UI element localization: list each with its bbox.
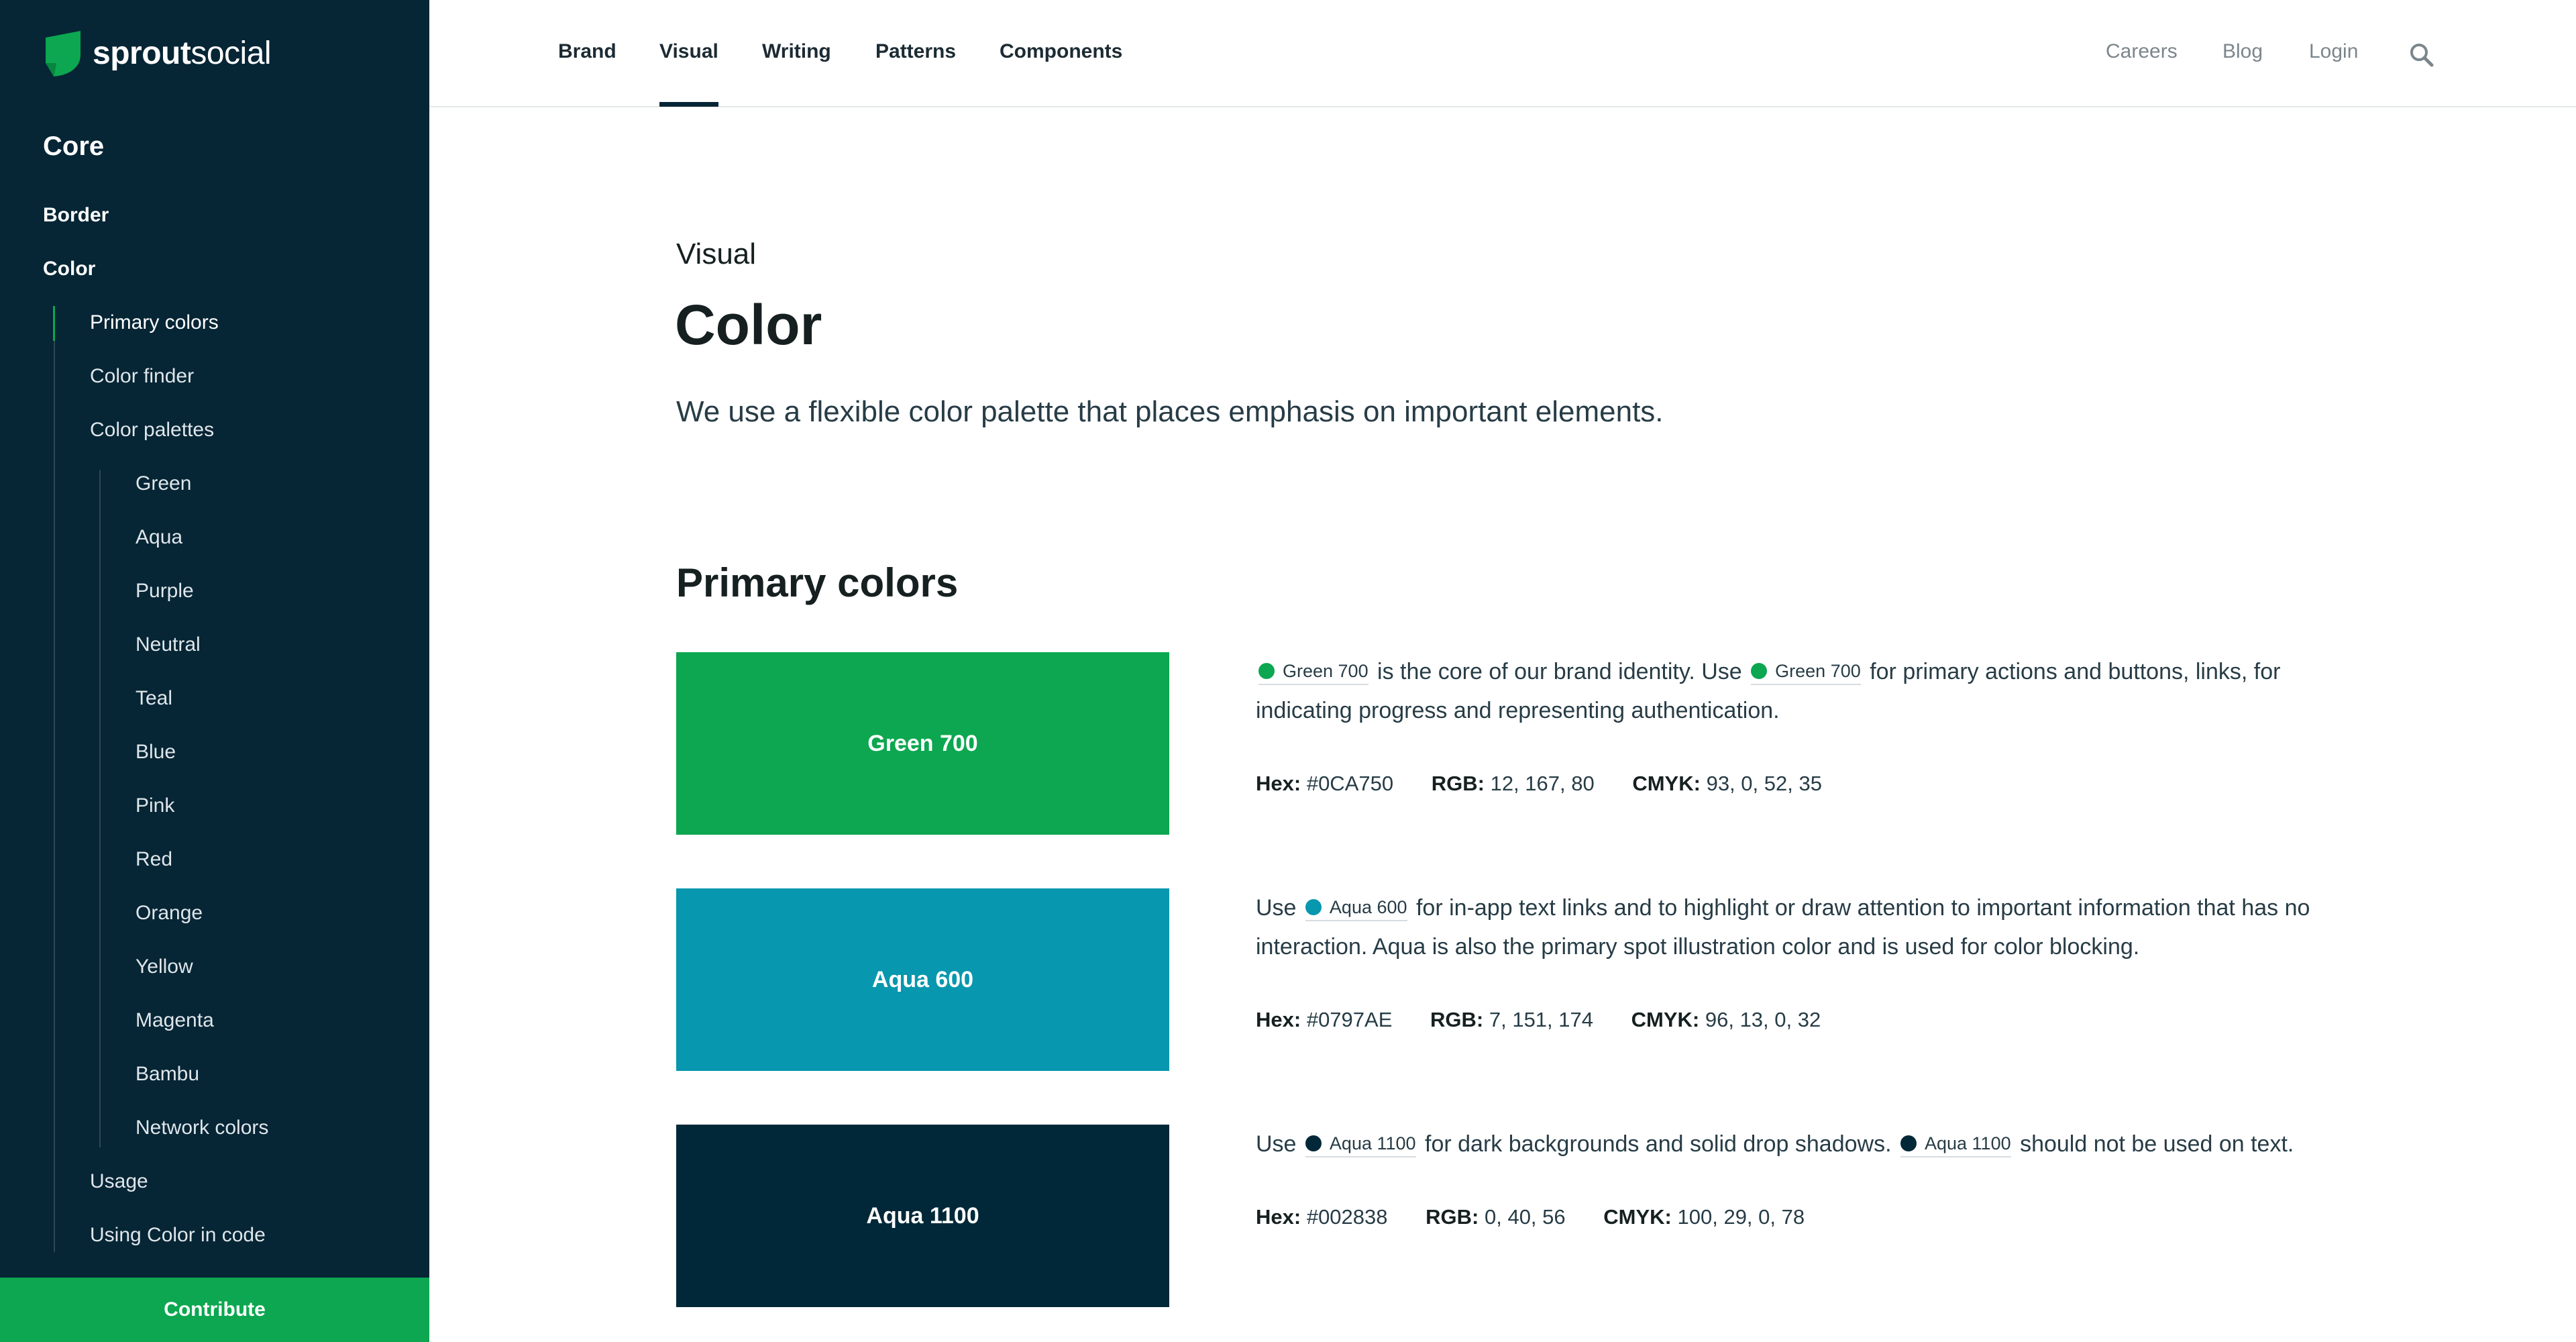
color-description-green-700: Green 700 is the core of our brand ident… — [1256, 652, 2343, 730]
sidebar-subrail — [99, 470, 101, 1147]
rgb-value[interactable]: 12, 167, 80 — [1491, 772, 1595, 795]
sidebar-item-teal[interactable]: Teal — [136, 687, 172, 710]
nav-login[interactable]: Login — [2309, 40, 2358, 63]
cmyk-value[interactable]: 93, 0, 52, 35 — [1707, 772, 1822, 795]
green-dot-icon — [1258, 663, 1275, 679]
hex-value[interactable]: #002838 — [1307, 1205, 1388, 1229]
sidebar-item-primary-colors[interactable]: Primary colors — [90, 311, 219, 334]
swatch-label: Aqua 1100 — [866, 1202, 979, 1229]
top-navigation: Brand Visual Writing Patterns Components… — [429, 0, 2576, 107]
sidebar-item-aqua[interactable]: Aqua — [136, 526, 182, 549]
sidebar-item-network-colors[interactable]: Network colors — [136, 1117, 268, 1139]
color-values-aqua-1100: Hex: #002838 RGB: 0, 40, 56 CMYK: 100, 2… — [1256, 1205, 1805, 1229]
color-chip-aqua-1100[interactable]: Aqua 1100 — [1900, 1132, 2011, 1157]
sidebar-section-core: Core — [43, 132, 105, 161]
color-chip-green-700[interactable]: Green 700 — [1751, 660, 1861, 685]
section-title-primary-colors: Primary colors — [676, 560, 959, 605]
sidebar-item-green[interactable]: Green — [136, 472, 191, 495]
description-text: for in-app text links and to highlight o… — [1256, 895, 2310, 960]
sidebar-item-using-color-in-code[interactable]: Using Color in code — [90, 1224, 266, 1247]
sproutsocial-logo[interactable]: sproutsocial — [42, 28, 272, 78]
hex-value[interactable]: #0CA750 — [1307, 772, 1393, 795]
sidebar: sproutsocial Core Border Color Primary c… — [0, 0, 429, 1342]
contribute-button[interactable]: Contribute — [0, 1278, 429, 1342]
cmyk-value[interactable]: 100, 29, 0, 78 — [1678, 1205, 1805, 1229]
color-values-green-700: Hex: #0CA750 RGB: 12, 167, 80 CMYK: 93, … — [1256, 772, 1822, 795]
nav-visual[interactable]: Visual — [659, 40, 718, 63]
nav-writing[interactable]: Writing — [762, 40, 831, 63]
sidebar-item-bambu[interactable]: Bambu — [136, 1063, 199, 1086]
sidebar-item-magenta[interactable]: Magenta — [136, 1009, 214, 1032]
sidebar-item-border[interactable]: Border — [43, 204, 109, 227]
swatch-label: Green 700 — [867, 730, 978, 756]
color-chip-aqua-1100[interactable]: Aqua 1100 — [1305, 1132, 1416, 1157]
search-icon[interactable] — [2408, 42, 2435, 68]
nav-components[interactable]: Components — [1000, 40, 1122, 63]
color-description-aqua-1100: Use Aqua 1100 for dark backgrounds and s… — [1256, 1125, 2343, 1164]
nav-blog[interactable]: Blog — [2222, 40, 2263, 63]
sidebar-item-neutral[interactable]: Neutral — [136, 633, 201, 656]
sidebar-item-yellow[interactable]: Yellow — [136, 956, 193, 978]
dark-aqua-dot-icon — [1305, 1135, 1322, 1151]
description-text: Use — [1256, 895, 1297, 921]
sidebar-item-orange[interactable]: Orange — [136, 902, 203, 925]
description-text: should not be used on text. — [2020, 1131, 2294, 1157]
sidebar-item-blue[interactable]: Blue — [136, 741, 176, 764]
nav-brand[interactable]: Brand — [558, 40, 616, 63]
swatch-label: Aqua 600 — [871, 966, 974, 992]
sidebar-item-color-palettes[interactable]: Color palettes — [90, 419, 214, 442]
cmyk-value[interactable]: 96, 13, 0, 32 — [1705, 1008, 1821, 1031]
aqua-dot-icon — [1305, 899, 1322, 915]
sidebar-active-indicator — [53, 306, 55, 341]
page-title: Color — [675, 293, 822, 356]
description-text: for dark backgrounds and solid drop shad… — [1425, 1131, 1892, 1157]
color-chip-aqua-600[interactable]: Aqua 600 — [1305, 896, 1407, 921]
color-values-aqua-600: Hex: #0797AE RGB: 7, 151, 174 CMYK: 96, … — [1256, 1008, 1821, 1031]
swatch-aqua-600: Aqua 600 — [676, 888, 1169, 1071]
swatch-green-700: Green 700 — [676, 652, 1169, 835]
rgb-value[interactable]: 7, 151, 174 — [1489, 1008, 1593, 1031]
sidebar-item-pink[interactable]: Pink — [136, 794, 174, 817]
rgb-value[interactable]: 0, 40, 56 — [1485, 1205, 1566, 1229]
nav-active-underline — [659, 102, 718, 107]
swatch-aqua-1100: Aqua 1100 — [676, 1125, 1169, 1307]
page-intro: We use a flexible color palette that pla… — [676, 395, 1664, 428]
color-chip-green-700[interactable]: Green 700 — [1258, 660, 1368, 685]
leaf-logo-icon — [46, 31, 80, 76]
sidebar-item-purple[interactable]: Purple — [136, 580, 194, 603]
green-dot-icon — [1751, 663, 1768, 679]
sidebar-item-color[interactable]: Color — [43, 258, 95, 280]
sidebar-item-usage[interactable]: Usage — [90, 1170, 148, 1193]
nav-careers[interactable]: Careers — [2106, 40, 2178, 63]
description-text: Use — [1256, 1131, 1297, 1157]
logo-wordmark: sproutsocial — [93, 35, 272, 71]
nav-patterns[interactable]: Patterns — [875, 40, 956, 63]
sidebar-item-color-finder[interactable]: Color finder — [90, 365, 194, 388]
sidebar-item-red[interactable]: Red — [136, 848, 172, 871]
dark-aqua-dot-icon — [1900, 1135, 1917, 1151]
sidebar-rail — [54, 306, 55, 1252]
description-text: is the core of our brand identity. Use — [1377, 659, 1742, 684]
hex-value[interactable]: #0797AE — [1307, 1008, 1393, 1031]
page-eyebrow: Visual — [676, 238, 757, 270]
color-description-aqua-600: Use Aqua 600 for in-app text links and t… — [1256, 888, 2343, 966]
